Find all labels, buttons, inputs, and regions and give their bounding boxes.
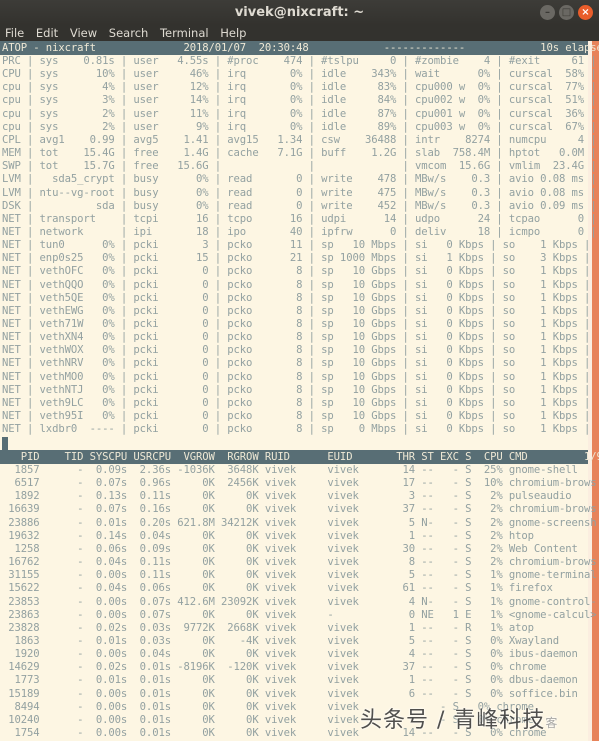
menu-help[interactable]: Help	[220, 26, 246, 40]
system-stat-line: DSK | sda | busy 0% | read 0 | write 452…	[2, 199, 597, 212]
minimize-icon[interactable]: –	[540, 5, 555, 20]
process-row: 1258 - 0.06s 0.09s 0K 0K vivek vivek 30 …	[2, 542, 578, 555]
system-stat-line: LVM | ntu--vg-root | busy 0% | read 0 | …	[2, 186, 597, 199]
watermark: 头条号 / 青峰科技客	[360, 702, 558, 734]
window-title: vivek@nixcraft: ~	[234, 5, 365, 20]
system-stat-line: LVM | sda5_crypt | busy 0% | read 0 | wr…	[2, 173, 597, 186]
menu-search[interactable]: Search	[109, 26, 149, 40]
system-stat-line: NET | vethWOX 0% | pcki 0 | pcko 8 | sp …	[2, 344, 591, 357]
process-row: 23886 - 0.01s 0.20s 621.8M 34212K vivek …	[2, 516, 597, 529]
menu-edit[interactable]: Edit	[36, 26, 58, 40]
window-titlebar: vivek@nixcraft: ~ – □ ×	[0, 0, 599, 25]
process-row: 15622 - 0.04s 0.06s 0K 0K vivek vivek 61…	[2, 582, 553, 595]
atop-header-line: ATOP - nixcraft 2018/01/07 20:30:48 ----…	[2, 41, 599, 54]
system-stat-line: NET | lxdbr0 ---- | pcki 0 | pcko 8 | sp…	[2, 423, 591, 436]
process-row: 1920 - 0.00s 0.04s 0K 0K vivek vivek 4 -…	[2, 648, 578, 661]
system-stat-line: cpu | sys 3% | user 14% | irq 0% | idle …	[2, 94, 597, 107]
terminal-cursor	[2, 437, 8, 450]
system-stat-line: NET | vethEWG 0% | pcki 0 | pcko 8 | sp …	[2, 304, 591, 317]
system-stat-line: SWP | tot 15.7G | free 15.6G | | | vmcom…	[2, 160, 597, 173]
system-stat-line: CPU | sys 10% | user 46% | irq 0% | idle…	[2, 68, 597, 81]
menu-view[interactable]: View	[70, 26, 97, 40]
system-stat-line: NET | vethNTJ 0% | pcki 0 | pcko 8 | sp …	[2, 383, 591, 396]
system-stat-line: NET | tun0 0% | pcki 3 | pcko 11 | sp 10…	[2, 239, 591, 252]
system-stat-line: NET | veth71W 0% | pcki 0 | pcko 8 | sp …	[2, 318, 591, 330]
system-stat-line: NET | veth95I 0% | pcki 0 | pcko 8 | sp …	[2, 410, 591, 423]
menubar: File Edit View Search Terminal Help	[0, 25, 599, 41]
system-stat-line: NET | veth5QE 0% | pcki 0 | pcko 8 | sp …	[2, 291, 591, 304]
process-row: 31155 - 0.00s 0.11s 0K 0K vivek vivek 5 …	[2, 569, 597, 582]
system-stat-line: cpu | sys 4% | user 12% | irq 0% | idle …	[2, 81, 597, 94]
system-stat-line: cpu | sys 2% | user 11% | irq 0% | idle …	[2, 107, 597, 120]
process-row: 1773 - 0.01s 0.01s 0K 0K vivek vivek 1 -…	[2, 674, 578, 687]
process-row: 1863 - 0.01s 0.03s 0K -4K vivek vivek 5 …	[2, 634, 560, 647]
process-row: 23863 - 0.00s 0.07s 0K 0K vivek - 0 NE 1…	[2, 608, 597, 621]
system-stat-line: cpu | sys 2% | user 9% | irq 0% | idle 8…	[2, 120, 597, 133]
maximize-icon[interactable]: □	[559, 5, 574, 20]
system-stat-line: NET | veth9LC 0% | pcki 0 | pcko 8 | sp …	[2, 396, 591, 409]
close-icon[interactable]: ×	[578, 5, 593, 20]
process-header-line: PID TID SYSCPU USRCPU VGROW RGROW RUID E…	[2, 450, 599, 463]
process-row: 23828 - 0.02s 0.03s 9772K 2668K vivek vi…	[2, 621, 534, 634]
system-stat-line: NET | vethNRV 0% | pcki 0 | pcko 8 | sp …	[2, 357, 591, 370]
system-stat-line: NET | vethOFC 0% | pcki 0 | pcko 8 | sp …	[2, 265, 591, 278]
process-row: 16762 - 0.04s 0.11s 0K 0K vivek vivek 8 …	[2, 556, 597, 569]
window-controls: – □ ×	[540, 5, 593, 20]
watermark-text: 头条号 / 青峰科技	[360, 708, 546, 733]
watermark-sub: 客	[545, 716, 559, 730]
system-stat-line: NET | vethQQO 0% | pcki 0 | pcko 8 | sp …	[2, 278, 591, 291]
process-row: 1892 - 0.13s 0.11s 0K 0K vivek vivek 3 -…	[2, 490, 572, 503]
system-stat-line: NET | vethXN4 0% | pcki 0 | pcko 8 | sp …	[2, 331, 591, 344]
process-row: 14629 - 0.02s 0.01s -8196K -120K vivek v…	[2, 661, 547, 674]
process-row: 23853 - 0.00s 0.07s 412.6M 23092K vivek …	[2, 595, 597, 608]
system-stat-line: NET | network | ipi 18 | ipo 40 | ipfrw …	[2, 225, 597, 238]
process-row: 6517 - 0.07s 0.96s 0K 2456K vivek vivek …	[2, 477, 597, 490]
system-stat-line: NET | vethMO0 0% | pcki 0 | pcko 8 | sp …	[2, 370, 591, 383]
system-stat-line: MEM | tot 15.4G | free 1.4G | cache 7.1G…	[2, 147, 597, 160]
process-row: 1857 - 0.09s 2.36s -1036K 3648K vivek vi…	[2, 464, 578, 476]
process-row: 16639 - 0.07s 0.16s 0K 0K vivek vivek 37…	[2, 503, 597, 516]
system-stat-line: PRC | sys 0.81s | user 4.55s | #proc 474…	[2, 55, 597, 67]
process-row: 19632 - 0.14s 0.04s 0K 0K vivek vivek 1 …	[2, 529, 534, 542]
system-stat-line: NET | transport | tcpi 16 | tcpo 16 | ud…	[2, 212, 597, 225]
system-stat-line: CPL | avg1 0.99 | avg5 1.41 | avg15 1.34…	[2, 133, 597, 146]
menu-file[interactable]: File	[5, 26, 24, 40]
menu-terminal[interactable]: Terminal	[160, 26, 209, 40]
system-stat-line: NET | enp0s25 0% | pcki 15 | pcko 21 | s…	[2, 252, 591, 265]
process-row: 15189 - 0.00s 0.01s 0K 0K vivek vivek 6 …	[2, 687, 578, 700]
